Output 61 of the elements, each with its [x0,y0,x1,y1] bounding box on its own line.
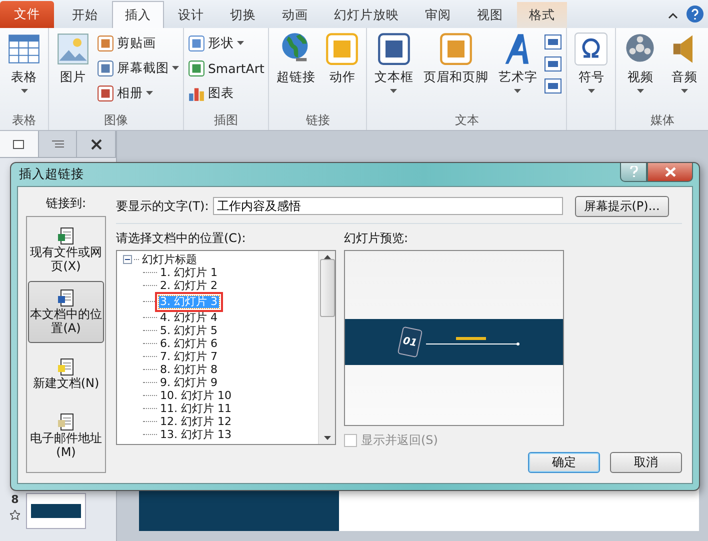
dialog-title: 插入超链接 [19,166,84,183]
location-label: 请选择文档中的位置(C): [116,230,247,247]
dialog-button[interactable]: 确定 [528,452,600,473]
tree-item[interactable]: 6. 幻灯片 6 [159,338,218,350]
slide-number: 8 [11,493,19,506]
slide-number-badge: 01 [397,326,423,358]
display-text-field[interactable]: 工作内容及感悟 [212,197,563,215]
ribbon-button[interactable]: 页眉和页脚 [420,32,492,110]
link-to-label: 链接到: [46,195,86,212]
ribbon-button[interactable]: SmartArt [188,57,264,79]
ribbon-tab[interactable]: 视图 [465,2,515,28]
ribbon-button[interactable]: 形状 [188,32,264,54]
ribbon-button[interactable]: 超链接 [273,32,318,110]
group-label: 链接 [304,112,331,129]
tree-item[interactable]: 4. 幻灯片 4 [159,312,218,324]
link-target-button[interactable]: 电子邮件地址(M) [28,405,104,467]
ribbon-button[interactable]: 剪贴画 [97,32,179,54]
ribbon-button[interactable]: 文本框 [371,32,416,110]
group-label: 表格 [11,112,37,129]
link-target-button[interactable]: 现有文件或网页(X) [28,219,104,281]
ribbon-button[interactable]: 符号 [571,32,612,110]
tree-item[interactable]: 7. 幻灯片 7 [159,350,218,362]
link-target-button[interactable]: 新建文档(N) [28,343,104,405]
screentip-button[interactable]: 屏幕提示(P)... [574,196,669,216]
dialog-button[interactable]: 取消 [610,452,682,473]
preview-label: 幻灯片预览: [344,230,410,247]
ribbon-tab[interactable]: 插入 [112,1,164,28]
group-label: 媒体 [649,112,676,129]
tree-item[interactable]: 11. 幻灯片 11 [159,402,232,414]
ribbon-tab[interactable]: 审阅 [413,2,463,28]
tree-item[interactable]: 8. 幻灯片 8 [159,364,218,376]
ribbon-button[interactable]: 音频 [664,32,704,110]
ribbon-button[interactable]: 图表 [188,82,264,104]
display-text-label: 要显示的文字(T): [116,198,209,214]
ribbon-button[interactable]: 视频 [620,32,660,110]
ribbon-tab[interactable]: 幻灯片放映 [322,2,411,28]
ribbon-tab[interactable]: 开始 [60,2,110,28]
ribbon-tab[interactable]: 动画 [270,2,320,28]
tree-item[interactable]: 2. 幻灯片 2 [159,280,218,292]
ribbon-button[interactable]: 艺术字 [495,32,540,110]
ribbon-button[interactable]: 相册 [97,82,179,104]
tree-item[interactable]: 13. 幻灯片 13 [159,428,232,440]
tree-item[interactable]: 10. 幻灯片 10 [159,390,232,402]
tree-item[interactable]: 12. 幻灯片 12 [159,416,232,428]
tree-item[interactable]: 9. 幻灯片 9 [159,376,218,388]
ribbon-button[interactable]: 表格 [4,32,44,110]
link-target-button[interactable]: 本文档中的位置(A) [28,281,104,343]
tree-item[interactable]: 5. 幻灯片 5 [159,324,218,336]
ribbon-button[interactable]: 屏幕截图 [97,57,179,79]
group-label: 插图 [213,112,240,129]
ribbon-tab[interactable]: 设计 [166,2,216,28]
ribbon-tab[interactable]: 格式 [517,2,567,28]
group-label: 文本 [454,112,480,129]
ribbon-tab[interactable]: 切换 [218,2,268,28]
tree-item[interactable]: 幻灯片标题 [141,254,198,266]
tree-item[interactable]: 1. 幻灯片 1 [159,266,218,278]
checkbox-label: 显示并返回(S) [361,432,438,449]
ribbon-button[interactable]: 动作 [322,32,362,110]
ribbon-tab[interactable]: 文件 [0,1,54,28]
group-label: 图像 [103,112,129,129]
ribbon-button[interactable]: 图片 [53,32,93,110]
